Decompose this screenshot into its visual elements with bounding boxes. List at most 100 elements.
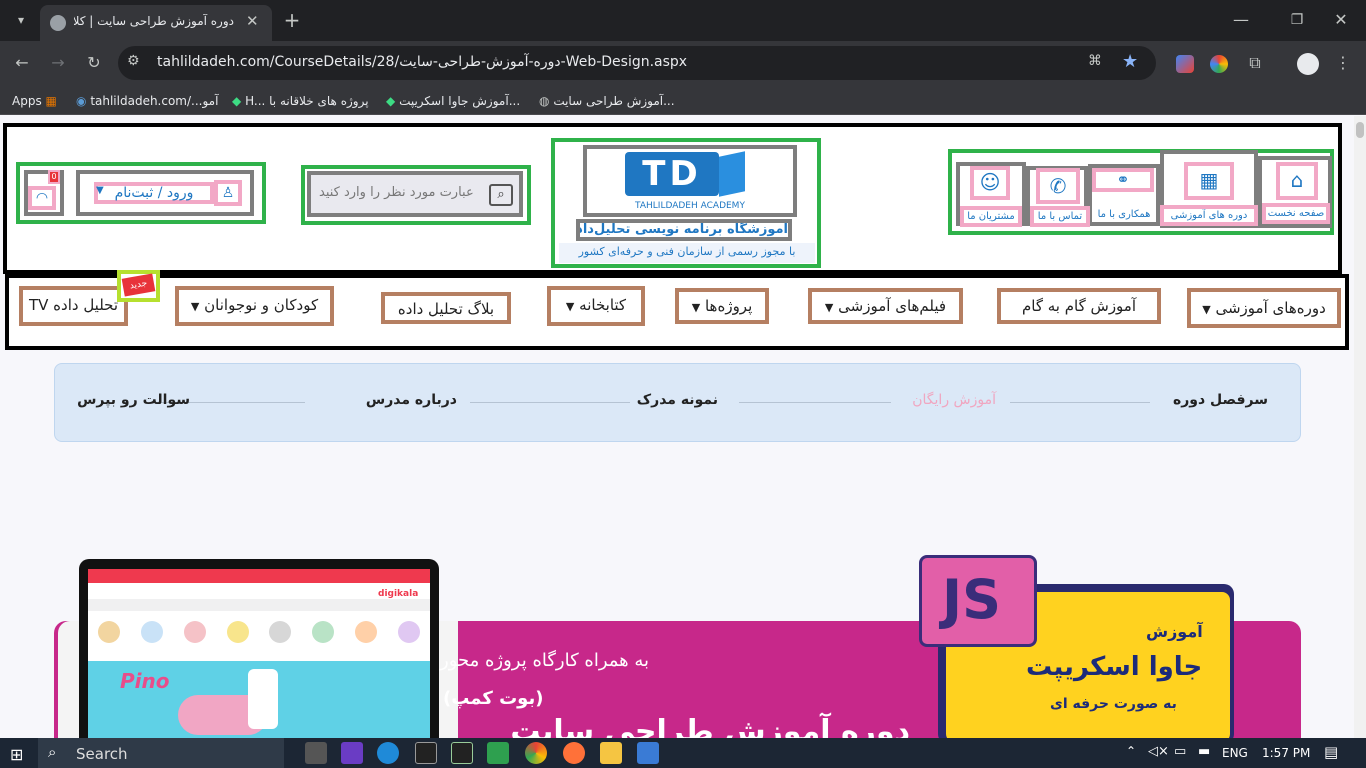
restore-icon[interactable]: ❐	[1282, 5, 1312, 35]
new-tab-icon[interactable]: +	[277, 5, 307, 35]
login-chevron-icon: ▼	[96, 185, 104, 196]
tab-close-icon[interactable]: ✕	[246, 12, 259, 30]
browser-tab-bar: ▾ دوره آموزش طراحی سایت | کلاس ✕ + — ❐ ✕	[0, 0, 1366, 41]
academy-name: آموزشگاه برنامه نویسی تحلیل‌داده	[576, 219, 792, 241]
top-link-customers-label: مشتریان ما	[960, 206, 1022, 227]
nav-videos[interactable]: فیلم‌های آموزشی ▼	[808, 288, 963, 324]
translate-icon[interactable]: ⌘	[1088, 53, 1102, 69]
nav-step-label: آموزش گام به گام	[1021, 297, 1137, 315]
search-box[interactable]: عبارت مورد نظر را وارد کنید ⌕	[307, 171, 523, 217]
color-extension-icon[interactable]	[1210, 55, 1228, 73]
analytics-icon[interactable]	[637, 742, 659, 764]
tab-separator	[1010, 402, 1150, 403]
taskbar-search[interactable]: ⌕ Search	[38, 738, 284, 768]
forward-icon[interactable]: →	[43, 48, 73, 78]
nav-blog[interactable]: بلاگ تحلیل داده	[381, 292, 511, 324]
tab-certificate[interactable]: نمونه مدرک	[637, 392, 718, 408]
network-icon[interactable]: ▭	[1174, 744, 1186, 759]
banner-line1: به همراه کارگاه پروژه محور	[440, 650, 650, 671]
nav-library[interactable]: کتابخانه ▼	[547, 286, 645, 326]
tab-free-lessons[interactable]: آموزش رایگان	[912, 392, 996, 408]
nav-blog-label: بلاگ تحلیل داده	[397, 300, 495, 318]
bookmarks-bar: ▦ Apps ◉ tahlildadeh.com/...آمو ◆ H... پ…	[0, 86, 1366, 115]
bookmark-web-design[interactable]: ◍ آموزش طراحی سایت...	[539, 90, 675, 112]
screen-promo: Pino	[88, 661, 430, 738]
js-title-small: آموزش	[1146, 622, 1203, 641]
tab-search-chevron-icon[interactable]: ▾	[6, 5, 36, 35]
pycharm-icon[interactable]	[451, 742, 473, 764]
logo-image[interactable]: TD TAHLILDADEH ACADEMY	[583, 145, 797, 217]
volume-icon[interactable]: ◁×	[1148, 744, 1169, 759]
extension-icon[interactable]	[1176, 55, 1194, 73]
nav-step-by-step[interactable]: آموزش گام به گام	[997, 288, 1161, 324]
media-player-icon[interactable]	[341, 742, 363, 764]
user-icon: ♙	[214, 180, 242, 206]
login-label: ورود / ثبت‌نام	[94, 182, 214, 204]
battery-icon[interactable]: ▬	[1198, 744, 1210, 759]
lang-indicator[interactable]: ENG	[1222, 746, 1248, 760]
address-bar[interactable]: ⚙ tahlildadeh.com/CourseDetails/28/دوره-…	[118, 46, 1156, 80]
scrollbar-thumb[interactable]	[1356, 122, 1364, 138]
banner-line3: دوره آموزش طراحی سایت	[510, 714, 910, 738]
menu-kebab-icon[interactable]: ⋮	[1328, 48, 1358, 78]
site-info-icon[interactable]: ⚙	[127, 53, 140, 69]
tab-ask-question[interactable]: سوالت رو بپرس	[77, 392, 190, 408]
tab-about-teacher[interactable]: درباره مدرس	[366, 392, 457, 408]
browser-toolbar: ← → ↻ ⚙ tahlildadeh.com/CourseDetails/28…	[0, 41, 1366, 86]
webstorm-icon[interactable]	[415, 742, 437, 764]
profile-avatar-icon[interactable]	[1297, 53, 1319, 75]
screen-topbar	[88, 569, 430, 583]
back-icon[interactable]: ←	[7, 48, 37, 78]
laptop-screen: digikala Pino	[88, 569, 430, 738]
calendar-icon: ▦	[1184, 162, 1234, 200]
tab-syllabus[interactable]: سرفصل دوره	[1173, 392, 1268, 408]
browser-tab[interactable]: دوره آموزش طراحی سایت | کلاس ✕	[40, 5, 272, 41]
bookmark-js-tutorial[interactable]: ◆ آموزش جاوا اسکریپت...	[386, 90, 520, 112]
logo-mark-icon: TD	[625, 152, 719, 196]
nav-courses[interactable]: دوره‌های آموزشی ▼	[1187, 288, 1341, 328]
clock-time[interactable]: 1:57 PM	[1262, 746, 1310, 760]
notifications-icon[interactable]: ▤	[1324, 743, 1338, 761]
nav-library-label: کتابخانه	[579, 296, 627, 314]
app-icon-green[interactable]	[487, 742, 509, 764]
web-page: ⌂ صفحه نخست ▦ دوره های آموزشی ⚭ همکاری ب…	[0, 116, 1366, 738]
bookmark-tahlildadeh[interactable]: ◉ tahlildadeh.com/...آمو	[76, 90, 218, 112]
js-logo-window: JS	[919, 555, 1037, 647]
cart-count-badge: 0	[48, 170, 60, 184]
reload-icon[interactable]: ↻	[79, 48, 109, 78]
search-icon: ⌕	[48, 743, 57, 761]
firefox-icon[interactable]	[563, 742, 585, 764]
search-icon[interactable]: ⌕	[489, 184, 513, 206]
logo-text: TAHLILDADEH ACADEMY	[635, 201, 745, 211]
tab-title: دوره آموزش طراحی سایت | کلاس	[74, 14, 234, 28]
tab-separator	[739, 402, 891, 403]
nav-projects-label: پروژه‌ها	[704, 297, 753, 315]
close-window-icon[interactable]: ✕	[1326, 5, 1356, 35]
login-button[interactable]: ورود / ثبت‌نام ▼ ♙	[76, 170, 254, 216]
edge-icon[interactable]	[377, 742, 399, 764]
bookmark-star-icon[interactable]: ★	[1122, 51, 1138, 72]
diamond-icon: ◆	[232, 94, 242, 108]
search-input[interactable]: عبارت مورد نظر را وارد کنید	[319, 185, 485, 205]
bookmark-apps[interactable]: ▦ Apps	[12, 90, 57, 112]
chevron-down-icon: ▼	[565, 300, 575, 313]
taskbar-search-label: Search	[76, 745, 128, 763]
windows-start-icon[interactable]: ⊞	[10, 745, 23, 764]
js-title-big: جاوا اسکریپت	[1026, 652, 1203, 682]
nav-tv[interactable]: تحلیل داده TV	[19, 286, 128, 326]
page-scrollbar[interactable]	[1354, 116, 1366, 738]
app-icon-1[interactable]	[305, 742, 327, 764]
bookmark-creative-projects[interactable]: ◆ H... پروژه های خلاقانه با	[232, 90, 369, 112]
nav-kids[interactable]: کودکان و نوجوانان ▼	[175, 286, 334, 326]
tab-separator	[470, 402, 630, 403]
new-badge: جدید	[121, 273, 156, 297]
nav-videos-label: فیلم‌های آموزشی	[838, 297, 947, 315]
tray-chevron-icon[interactable]: ⌃	[1126, 744, 1136, 758]
nav-projects[interactable]: پروژه‌ها ▼	[675, 288, 769, 324]
chrome-icon[interactable]	[525, 742, 547, 764]
screen-brand: digikala	[378, 589, 419, 599]
screen-menu	[88, 599, 430, 611]
minimize-icon[interactable]: —	[1226, 5, 1256, 35]
extensions-puzzle-icon[interactable]: ⧉	[1240, 48, 1270, 78]
file-explorer-icon[interactable]	[600, 742, 622, 764]
